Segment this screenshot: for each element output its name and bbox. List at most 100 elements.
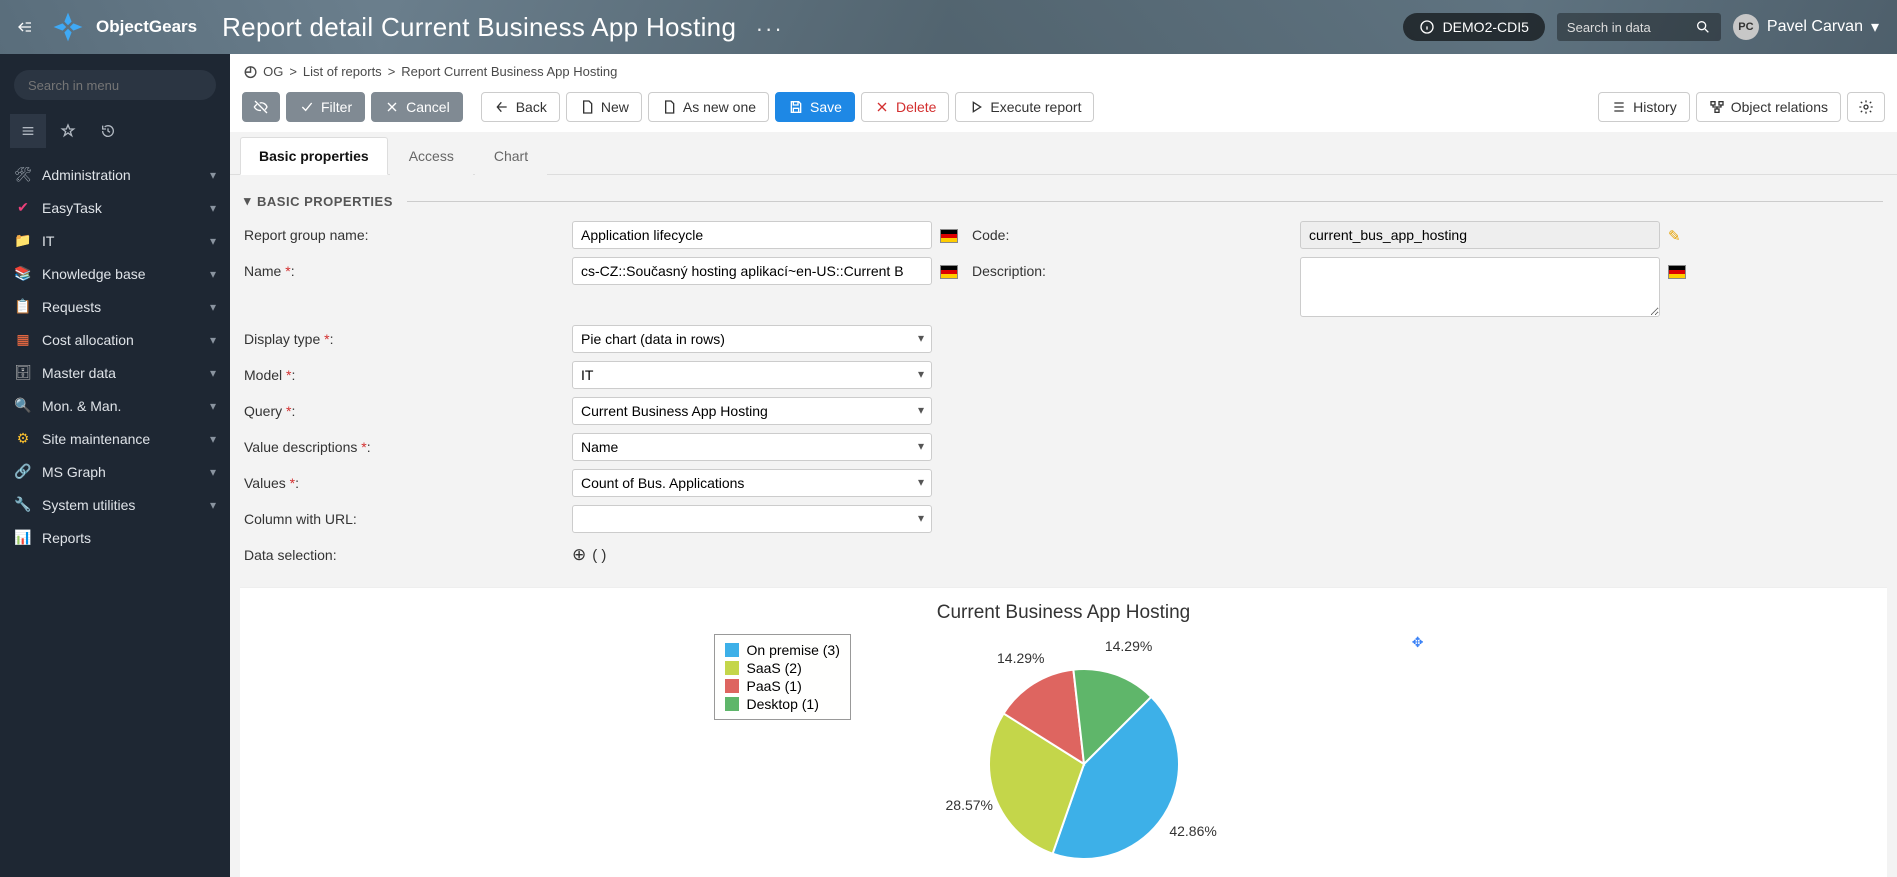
lang-icon[interactable] (940, 221, 964, 244)
tab-basic-properties[interactable]: Basic properties (240, 137, 388, 175)
pie-label: 14.29% (997, 650, 1044, 666)
legend-swatch (725, 697, 739, 711)
save-icon (788, 99, 804, 115)
menu-item-label: Cost allocation (42, 332, 200, 348)
label-display-type: Display type *: (244, 325, 564, 347)
gear-icon (1858, 99, 1874, 115)
play-icon (968, 99, 984, 115)
user-menu[interactable]: PC Pavel Carvan ▾ (1733, 14, 1887, 40)
tabs: Basic properties Access Chart (230, 136, 1897, 175)
legend-row[interactable]: Desktop (1) (725, 695, 840, 713)
home-icon: ◴ (244, 62, 257, 80)
sidebar-tab-menu[interactable] (10, 114, 46, 148)
sidebar-item-ms-graph[interactable]: 🔗 MS Graph ▾ (0, 455, 230, 488)
select-model[interactable]: IT (572, 361, 932, 389)
cancel-button[interactable]: Cancel (371, 92, 463, 122)
search-data-box[interactable] (1557, 13, 1721, 41)
menu-item-icon: 📁 (14, 232, 32, 249)
search-data-input[interactable] (1567, 20, 1687, 35)
sidebar-item-easytask[interactable]: ✔ EasyTask ▾ (0, 191, 230, 224)
close-icon (384, 99, 400, 115)
lang-icon[interactable] (1668, 257, 1692, 280)
sidebar-item-administration[interactable]: 🛠 Administration ▾ (0, 158, 230, 191)
menu-item-icon: 📋 (14, 298, 32, 315)
input-report-group-name[interactable] (572, 221, 932, 249)
toolbar: Filter Cancel Back New As new one Save (230, 88, 1897, 132)
breadcrumb-home[interactable]: OG (263, 64, 283, 79)
breadcrumb-link[interactable]: List of reports (303, 64, 382, 79)
history-button[interactable]: History (1598, 92, 1690, 122)
chevron-down-icon: ▾ (210, 432, 216, 446)
menu-item-icon: 📚 (14, 265, 32, 282)
sidebar-search-input[interactable] (28, 78, 204, 93)
sidebar-item-requests[interactable]: 📋 Requests ▾ (0, 290, 230, 323)
add-filter-icon[interactable]: ⊕ (572, 545, 586, 565)
tab-chart[interactable]: Chart (475, 137, 547, 175)
legend-swatch (725, 643, 739, 657)
execute-button[interactable]: Execute report (955, 92, 1094, 122)
save-button[interactable]: Save (775, 92, 855, 122)
chevron-down-icon: ▾ (210, 267, 216, 281)
menu-item-label: Reports (42, 530, 216, 546)
select-value-descriptions[interactable]: Name (572, 433, 932, 461)
label-column-url: Column with URL: (244, 505, 564, 527)
select-query[interactable]: Current Business App Hosting (572, 397, 932, 425)
pie-chart: 42.86%28.57%14.29%14.29% (974, 654, 1374, 877)
sidebar-item-it[interactable]: 📁 IT ▾ (0, 224, 230, 257)
sidebar-item-reports[interactable]: 📊 Reports (0, 521, 230, 554)
select-values[interactable]: Count of Bus. Applications (572, 469, 932, 497)
menu-item-icon: 📊 (14, 529, 32, 546)
tab-access[interactable]: Access (390, 137, 473, 175)
lang-icon[interactable] (940, 257, 964, 280)
pie-label: 28.57% (946, 797, 993, 813)
back-button[interactable]: Back (481, 92, 560, 122)
info-icon (1419, 19, 1435, 35)
hide-columns-button[interactable] (242, 92, 280, 122)
legend-row[interactable]: PaaS (1) (725, 677, 840, 695)
topbar: ObjectGears Report detail Current Busine… (0, 0, 1897, 54)
menu-item-label: System utilities (42, 497, 200, 513)
input-code[interactable] (1300, 221, 1660, 249)
sidebar-item-knowledge-base[interactable]: 📚 Knowledge base ▾ (0, 257, 230, 290)
select-display-type[interactable]: Pie chart (data in rows) (572, 325, 932, 353)
sidebar-item-master-data[interactable]: 🗄 Master data ▾ (0, 356, 230, 389)
brand-name: ObjectGears (96, 17, 197, 37)
menu-item-icon: 🔗 (14, 463, 32, 480)
chevron-down-icon: ▾ (210, 498, 216, 512)
sidebar-item-mon-man-[interactable]: 🔍 Mon. & Man. ▾ (0, 389, 230, 422)
chevron-down-icon: ▾ (210, 366, 216, 380)
document-icon (579, 99, 595, 115)
environment-badge[interactable]: DEMO2-CDI5 (1403, 13, 1545, 41)
move-handle-icon[interactable]: ✥ (1412, 634, 1424, 651)
as-new-button[interactable]: As new one (648, 92, 769, 122)
user-name: Pavel Carvan (1767, 18, 1863, 36)
sidebar-collapse-button[interactable] (10, 12, 40, 42)
chevron-down-icon: ▾ (210, 465, 216, 479)
input-name[interactable] (572, 257, 932, 285)
title-more-icon[interactable]: ··· (756, 16, 784, 41)
object-relations-button[interactable]: Object relations (1696, 92, 1841, 122)
page-title-text: Report detail Current Business App Hosti… (222, 12, 736, 42)
new-button[interactable]: New (566, 92, 642, 122)
legend-label: Desktop (1) (747, 696, 819, 712)
menu-item-label: Site maintenance (42, 431, 200, 447)
pie-label: 14.29% (1105, 638, 1152, 654)
legend-row[interactable]: SaaS (2) (725, 659, 840, 677)
legend-row[interactable]: On premise (3) (725, 641, 840, 659)
delete-button[interactable]: Delete (861, 92, 949, 122)
sidebar-tab-favorites[interactable] (50, 114, 86, 148)
section-collapse-icon[interactable]: ▾ (244, 193, 251, 209)
sidebar-item-cost-allocation[interactable]: ▦ Cost allocation ▾ (0, 323, 230, 356)
textarea-description[interactable] (1300, 257, 1660, 317)
chart-legend: On premise (3) SaaS (2) PaaS (1) Desktop… (714, 634, 851, 720)
settings-button[interactable] (1847, 92, 1885, 122)
select-column-url[interactable] (572, 505, 932, 533)
page-title: Report detail Current Business App Hosti… (222, 12, 1402, 43)
menu-item-icon: ▦ (14, 331, 32, 348)
sidebar-item-system-utilities[interactable]: 🔧 System utilities ▾ (0, 488, 230, 521)
sidebar-tab-history[interactable] (90, 114, 126, 148)
sidebar-search[interactable] (14, 70, 216, 100)
edit-code-icon[interactable]: ✎ (1668, 221, 1692, 245)
sidebar-item-site-maintenance[interactable]: ⚙ Site maintenance ▾ (0, 422, 230, 455)
filter-button[interactable]: Filter (286, 92, 365, 122)
